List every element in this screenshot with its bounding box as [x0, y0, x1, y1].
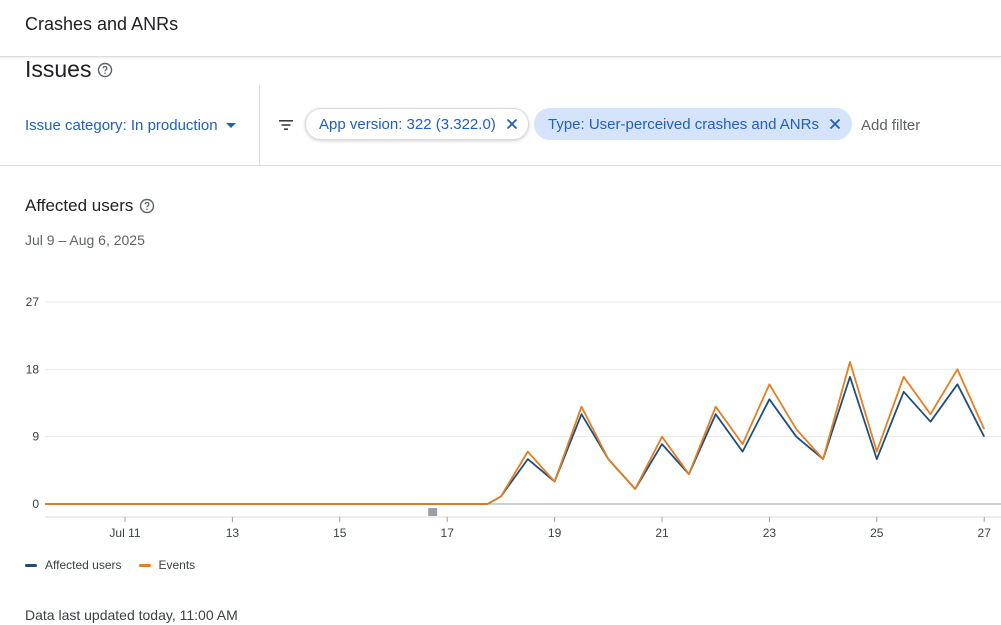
chevron-down-icon: [225, 123, 236, 128]
affected-users-chart: 0 9 18 27 Jul 11 13 15 17 19 21 23 25 27: [26, 295, 1001, 540]
y-tick-label: 9: [32, 430, 39, 444]
x-tick-label: 17: [441, 526, 455, 540]
series-line-affected-users: [45, 375, 986, 505]
x-tick-label: 25: [870, 526, 884, 540]
filter-chip-app-version[interactable]: App version: 322 (3.322.0): [305, 108, 529, 140]
legend-item-events[interactable]: Events: [138, 558, 196, 572]
x-tick-label: Jul 11: [109, 526, 140, 540]
x-tick-label: 21: [655, 526, 669, 540]
filter-list-icon[interactable]: [278, 117, 294, 133]
y-tick-label: 0: [32, 497, 39, 511]
filter-chip-label: App version: 322 (3.322.0): [319, 115, 496, 133]
x-tick-label: 27: [978, 526, 992, 540]
legend-swatch: [138, 563, 151, 567]
legend-item-affected-users[interactable]: Affected users: [25, 558, 122, 572]
top-app-bar: Crashes and ANRs: [0, 0, 1001, 57]
app-title: Crashes and ANRs: [25, 14, 179, 34]
legend-label: Events: [158, 558, 196, 572]
data-updated-text: Data last updated today, 11:00 AM: [25, 607, 238, 623]
x-tick-label: 13: [226, 526, 240, 540]
y-tick-label: 18: [26, 362, 40, 376]
help-circle-icon[interactable]: [139, 198, 155, 214]
help-circle-icon[interactable]: [97, 62, 113, 78]
y-tick-label: 27: [26, 295, 40, 309]
x-tick-label: 19: [548, 526, 562, 540]
page-title: Issues: [25, 56, 113, 83]
x-tick-label: 15: [333, 526, 347, 540]
date-range: Jul 9 – Aug 6, 2025: [25, 232, 145, 248]
series-line-events: [45, 361, 986, 505]
section-title-text: Affected users: [25, 196, 134, 215]
close-icon[interactable]: [506, 118, 518, 130]
legend-swatch: [25, 563, 37, 567]
issue-category-label: Issue category: In production: [25, 117, 218, 134]
filter-bar: Issue category: In production App versio…: [0, 85, 1001, 166]
filter-chip-label: Type: User-perceived crashes and ANRs: [548, 115, 819, 133]
divider: [259, 85, 260, 165]
filter-chip-type[interactable]: Type: User-perceived crashes and ANRs: [534, 108, 852, 140]
legend-label: Affected users: [45, 558, 122, 572]
x-tick-label: 23: [763, 526, 777, 540]
section-title: Affected users: [25, 196, 155, 216]
chart-legend: Affected users Events: [25, 558, 212, 572]
issue-category-dropdown[interactable]: Issue category: In production: [25, 117, 236, 134]
add-filter-input[interactable]: Add filter: [861, 117, 920, 134]
page-title-text: Issues: [25, 56, 92, 82]
close-icon[interactable]: [829, 118, 841, 130]
annotation-marker: [428, 508, 438, 516]
